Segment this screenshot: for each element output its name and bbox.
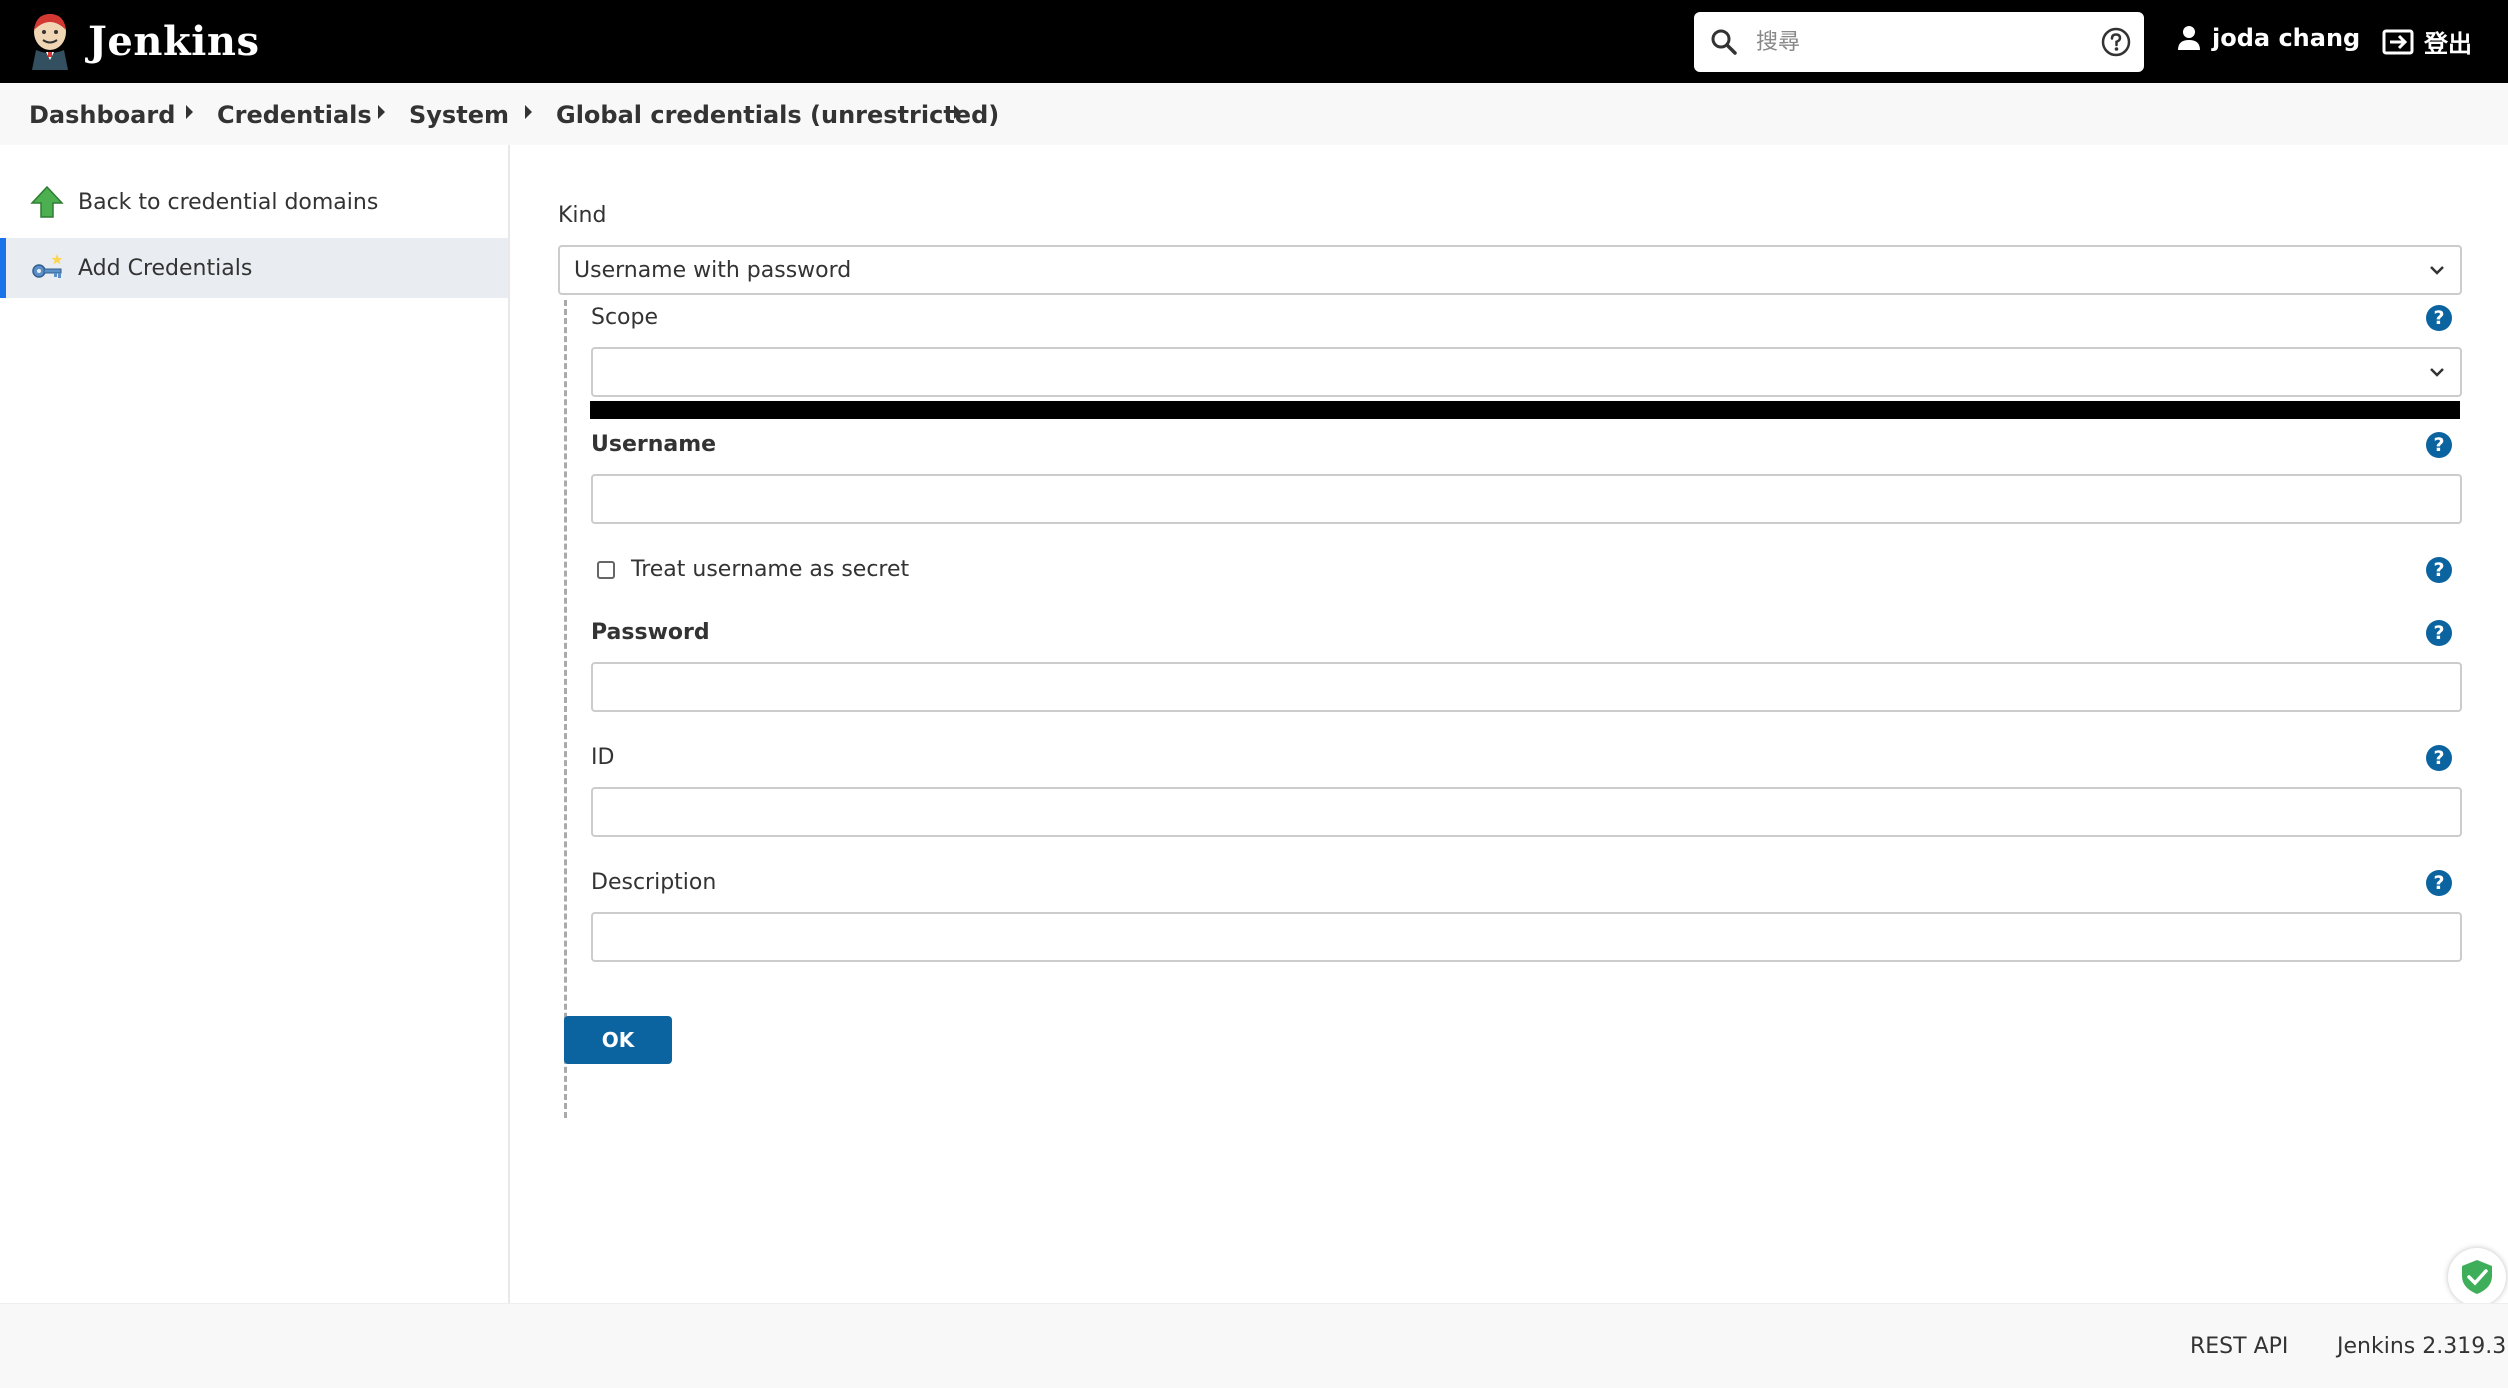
jenkins-butler-icon bbox=[32, 14, 68, 70]
description-input[interactable] bbox=[591, 912, 2462, 962]
page-header: Jenkins joda chang 登出 bbox=[0, 0, 2508, 83]
side-panel: Back to credential domains Add Credentia… bbox=[0, 145, 510, 1303]
breadcrumb-arrow-icon[interactable] bbox=[378, 105, 385, 119]
jenkins-logo[interactable]: Jenkins bbox=[28, 12, 259, 70]
sidebar-item-label: Back to credential domains bbox=[78, 189, 379, 215]
user-name: joda chang bbox=[2212, 24, 2361, 52]
sidebar-item-back-to-domains[interactable]: Back to credential domains bbox=[0, 172, 508, 232]
breadcrumb-arrow-icon[interactable] bbox=[525, 105, 532, 119]
id-label: ID bbox=[591, 745, 615, 770]
sidebar-item-add-credentials[interactable]: Add Credentials bbox=[0, 238, 508, 298]
ok-button[interactable]: OK bbox=[564, 1016, 672, 1064]
credentials-form: Kind Username with password Scope ? User… bbox=[512, 145, 2508, 1303]
key-icon bbox=[32, 254, 63, 278]
password-input[interactable] bbox=[591, 662, 2462, 712]
search-icon bbox=[1711, 29, 1737, 55]
jenkins-version-link[interactable]: Jenkins 2.319.3 bbox=[2337, 1334, 2506, 1359]
sidebar-item-label: Add Credentials bbox=[78, 255, 253, 281]
kind-select[interactable]: Username with password bbox=[558, 245, 2462, 295]
password-label: Password bbox=[591, 620, 710, 645]
scope-label: Scope bbox=[591, 305, 659, 330]
search-input[interactable] bbox=[1756, 12, 2076, 72]
id-help-icon[interactable]: ? bbox=[2426, 745, 2452, 771]
description-label: Description bbox=[591, 870, 717, 895]
kind-label: Kind bbox=[558, 203, 607, 228]
nested-section-border bbox=[564, 300, 567, 1118]
breadcrumb-global-credentials[interactable]: Global credentials (unrestricted) bbox=[556, 101, 999, 129]
help-circle-icon[interactable] bbox=[2100, 26, 2132, 58]
password-help-icon[interactable]: ? bbox=[2426, 620, 2452, 646]
breadcrumb-system[interactable]: System bbox=[409, 101, 509, 129]
breadcrumb: Dashboard Credentials System Global cred… bbox=[0, 83, 2508, 145]
logout-link[interactable]: 登出 bbox=[2382, 24, 2472, 59]
logout-icon bbox=[2382, 29, 2414, 54]
username-help-icon[interactable]: ? bbox=[2426, 432, 2452, 458]
security-shield-badge[interactable] bbox=[2448, 1248, 2506, 1306]
scope-select[interactable] bbox=[591, 347, 2462, 397]
up-arrow-icon bbox=[30, 185, 64, 218]
logout-label: 登出 bbox=[2424, 30, 2472, 58]
kind-selected-value: Username with password bbox=[574, 257, 852, 283]
user-icon bbox=[2178, 26, 2200, 50]
chevron-down-icon bbox=[2430, 368, 2444, 377]
username-input[interactable] bbox=[591, 474, 2462, 524]
rest-api-link[interactable]: REST API bbox=[2190, 1334, 2288, 1359]
chevron-down-icon bbox=[2430, 266, 2444, 275]
breadcrumb-credentials[interactable]: Credentials bbox=[217, 101, 372, 129]
redaction-bar bbox=[590, 401, 2460, 419]
page-footer: REST API Jenkins 2.319.3 bbox=[0, 1303, 2508, 1388]
description-help-icon[interactable]: ? bbox=[2426, 870, 2452, 896]
user-menu[interactable]: joda chang bbox=[2176, 24, 2360, 52]
breadcrumb-arrow-icon[interactable] bbox=[954, 105, 961, 119]
app-name: Jenkins bbox=[88, 17, 260, 65]
shield-check-icon bbox=[2462, 1260, 2492, 1294]
treat-username-secret-label[interactable]: Treat username as secret bbox=[631, 557, 909, 582]
search-box[interactable] bbox=[1694, 12, 2144, 72]
breadcrumb-arrow-icon[interactable] bbox=[186, 105, 193, 119]
username-label: Username bbox=[591, 432, 717, 457]
id-input[interactable] bbox=[591, 787, 2462, 837]
treat-username-secret-checkbox[interactable] bbox=[597, 561, 615, 579]
scope-help-icon[interactable]: ? bbox=[2426, 305, 2452, 331]
treat-secret-help-icon[interactable]: ? bbox=[2426, 557, 2452, 583]
breadcrumb-dashboard[interactable]: Dashboard bbox=[29, 101, 175, 129]
